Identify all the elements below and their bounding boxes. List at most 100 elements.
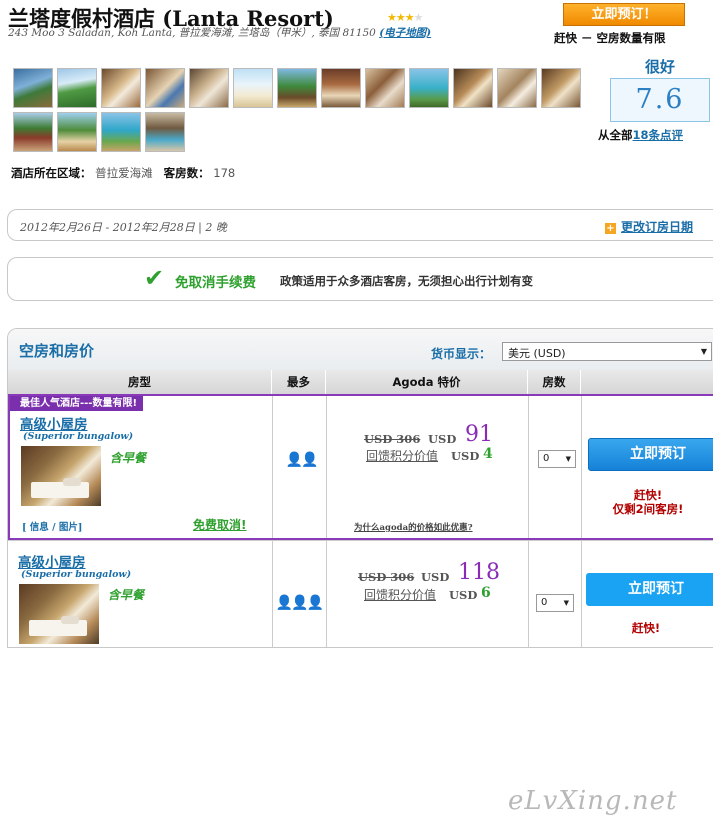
old-price-value: USD 306 (358, 570, 415, 584)
star-icons: ★★★ (387, 11, 415, 24)
urgent-line-1: 赶快! (631, 621, 661, 635)
max-persons-icon: 👤👤 (285, 452, 319, 468)
price-currency: USD (421, 570, 450, 584)
max-persons-icon: 👤👤👤 (275, 595, 324, 611)
room-row: 最佳人气酒店---数量有限! 高级小屋房 (Superior bungalow)… (8, 394, 713, 540)
change-dates-link[interactable]: + 更改订房日期 (605, 218, 693, 235)
map-link[interactable]: (电子地图) (379, 27, 431, 39)
gallery-thumb[interactable] (365, 68, 405, 108)
book-now-top-button[interactable]: 立即预订！ (563, 3, 685, 26)
gallery-thumb[interactable] (233, 68, 273, 108)
half-star-icon: ★ (413, 11, 424, 24)
price-currency: USD (428, 432, 457, 446)
quantity-value: 0 (541, 597, 548, 608)
gallery-thumb[interactable] (189, 68, 229, 108)
agoda-price: 118 (458, 560, 500, 585)
room-name-en: (Superior bungalow) (23, 431, 134, 442)
gallery-thumb[interactable] (145, 68, 185, 108)
book-now-button[interactable]: 立即预订 (588, 438, 713, 471)
col-book (581, 370, 713, 394)
rating-label: 很好 (644, 58, 675, 76)
currency-label: 货币显示： (431, 347, 492, 361)
book-now-button[interactable]: 立即预订 (586, 573, 713, 606)
old-price-value: USD 306 (364, 432, 421, 446)
reward-value: 4 (483, 446, 493, 462)
star-rating: ★★★★ (387, 11, 424, 24)
popular-badge: 最佳人气酒店---数量有限! (10, 396, 144, 411)
gallery-thumb[interactable] (409, 68, 449, 108)
col-room-count: 房数 (528, 370, 581, 394)
agoda-price: 91 (465, 422, 493, 447)
address-text: 243 Moo 3 Saladan, Koh Lanta, 普拉爱海滩, 兰塔岛… (8, 27, 376, 39)
rooms-value: 178 (213, 166, 236, 180)
gallery-thumb[interactable] (277, 68, 317, 108)
watermark: eLvXing.net (508, 786, 678, 816)
col-price: Agoda 特价 (326, 370, 528, 394)
breakfast-included: 含早餐 (108, 588, 145, 602)
area-label: 酒店所在区域： (11, 166, 92, 180)
gallery-thumb[interactable] (13, 68, 53, 108)
urgent-line-2: 仅剩2间客房! (612, 502, 684, 516)
availability-header: 空房和房价 货币显示： 美元 (USD) ▼ (8, 329, 713, 370)
reward-points-link[interactable]: 回馈积分价值 (364, 586, 436, 603)
room-name-link[interactable]: 高级小屋房 (20, 413, 88, 433)
gallery-thumb[interactable] (321, 68, 361, 108)
col-max-persons: 最多 (272, 370, 326, 394)
rooms-label: 客房数： (163, 166, 210, 180)
reward-value: 6 (481, 585, 491, 601)
stay-dates: 2012年2月26日 - 2012年2月28日 | 2 晚 (20, 221, 227, 234)
room-photo[interactable] (19, 584, 99, 644)
reviews-summary: 从全部18条点评 (598, 127, 683, 143)
free-cancellation-banner: ✔ 免取消手续费 政策适用于众多酒店客房，无须担心出行计划有变 (7, 257, 713, 301)
gallery-thumb[interactable] (453, 68, 493, 108)
room-photo[interactable] (21, 446, 101, 506)
gallery-thumb[interactable] (145, 112, 185, 152)
area-value: 普拉爱海滩 (95, 166, 153, 180)
rating-score: 7.6 (610, 78, 710, 122)
quantity-value: 0 (543, 453, 550, 464)
reviews-link[interactable]: 18条点评 (633, 128, 684, 142)
stay-dates-bar: 2012年2月26日 - 2012年2月28日 | 2 晚 + 更改订房日期 (7, 209, 713, 241)
gallery-thumb[interactable] (497, 68, 537, 108)
room-row: 高级小屋房 (Superior bungalow) 含早餐 👤👤👤 USD 30… (8, 540, 713, 647)
free-cancel-link[interactable]: 免费取消! (193, 516, 246, 533)
gallery-thumb[interactable] (57, 68, 97, 108)
hotel-address: 243 Moo 3 Saladan, Koh Lanta, 普拉爱海滩, 兰塔岛… (8, 27, 548, 40)
plus-icon: + (605, 223, 616, 234)
availability-panel: 空房和房价 货币显示： 美元 (USD) ▼ 房型 最多 Agoda 特价 房数… (7, 328, 713, 648)
hotel-page: 兰塔度假村酒店 (Lanta Resort) ★★★★ 243 Moo 3 Sa… (0, 0, 713, 834)
room-quantity-select[interactable]: 0 ▼ (536, 594, 574, 612)
reward-currency: USD (449, 588, 478, 602)
urgent-line-1: 赶快! (633, 488, 663, 502)
room-name-en: (Superior bungalow) (21, 569, 132, 580)
checkmark-icon: ✔ (144, 264, 165, 292)
currency-value: 美元 (USD) (508, 347, 566, 360)
room-quantity-select[interactable]: 0 ▼ (538, 450, 576, 468)
availability-title: 空房和房价 (19, 342, 95, 360)
room-name-link[interactable]: 高级小屋房 (18, 551, 86, 571)
change-dates-label: 更改订房日期 (621, 220, 694, 234)
why-cheap-link[interactable]: 为什么agoda的价格如此优惠? (354, 521, 473, 533)
free-cancel-title: 免取消手续费 (175, 275, 256, 291)
reward-currency: USD (451, 449, 480, 463)
gallery-thumb[interactable] (101, 112, 141, 152)
chevron-down-icon: ▼ (700, 347, 707, 356)
gallery-thumb[interactable] (57, 112, 97, 152)
limited-availability-notice: 赶快 － 空房数量有限 (554, 31, 666, 45)
room-info-link[interactable]: [ 信息 / 图片] (22, 519, 82, 533)
free-cancel-description: 政策适用于众多酒店客房，无须担心出行计划有变 (280, 274, 533, 288)
urgent-notice: 赶快! 仅剩2间客房! (588, 488, 708, 516)
reward-points-link[interactable]: 回馈积分价值 (366, 447, 438, 464)
chevron-down-icon: ▼ (563, 599, 569, 607)
breakfast-included: 含早餐 (110, 451, 147, 465)
col-room-type: 房型 (8, 370, 272, 394)
urgent-notice: 赶快! (586, 621, 706, 635)
old-price: USD 306 (364, 432, 420, 446)
currency-select[interactable]: 美元 (USD) ▼ (502, 342, 712, 361)
reviews-prefix: 从全部 (598, 128, 633, 142)
gallery-thumb[interactable] (101, 68, 141, 108)
gallery-thumb[interactable] (13, 112, 53, 152)
gallery-thumb[interactable] (541, 68, 581, 108)
hotel-area-info: 酒店所在区域： 普拉爱海滩 客房数： 178 (11, 165, 235, 181)
chevron-down-icon: ▼ (565, 455, 571, 463)
